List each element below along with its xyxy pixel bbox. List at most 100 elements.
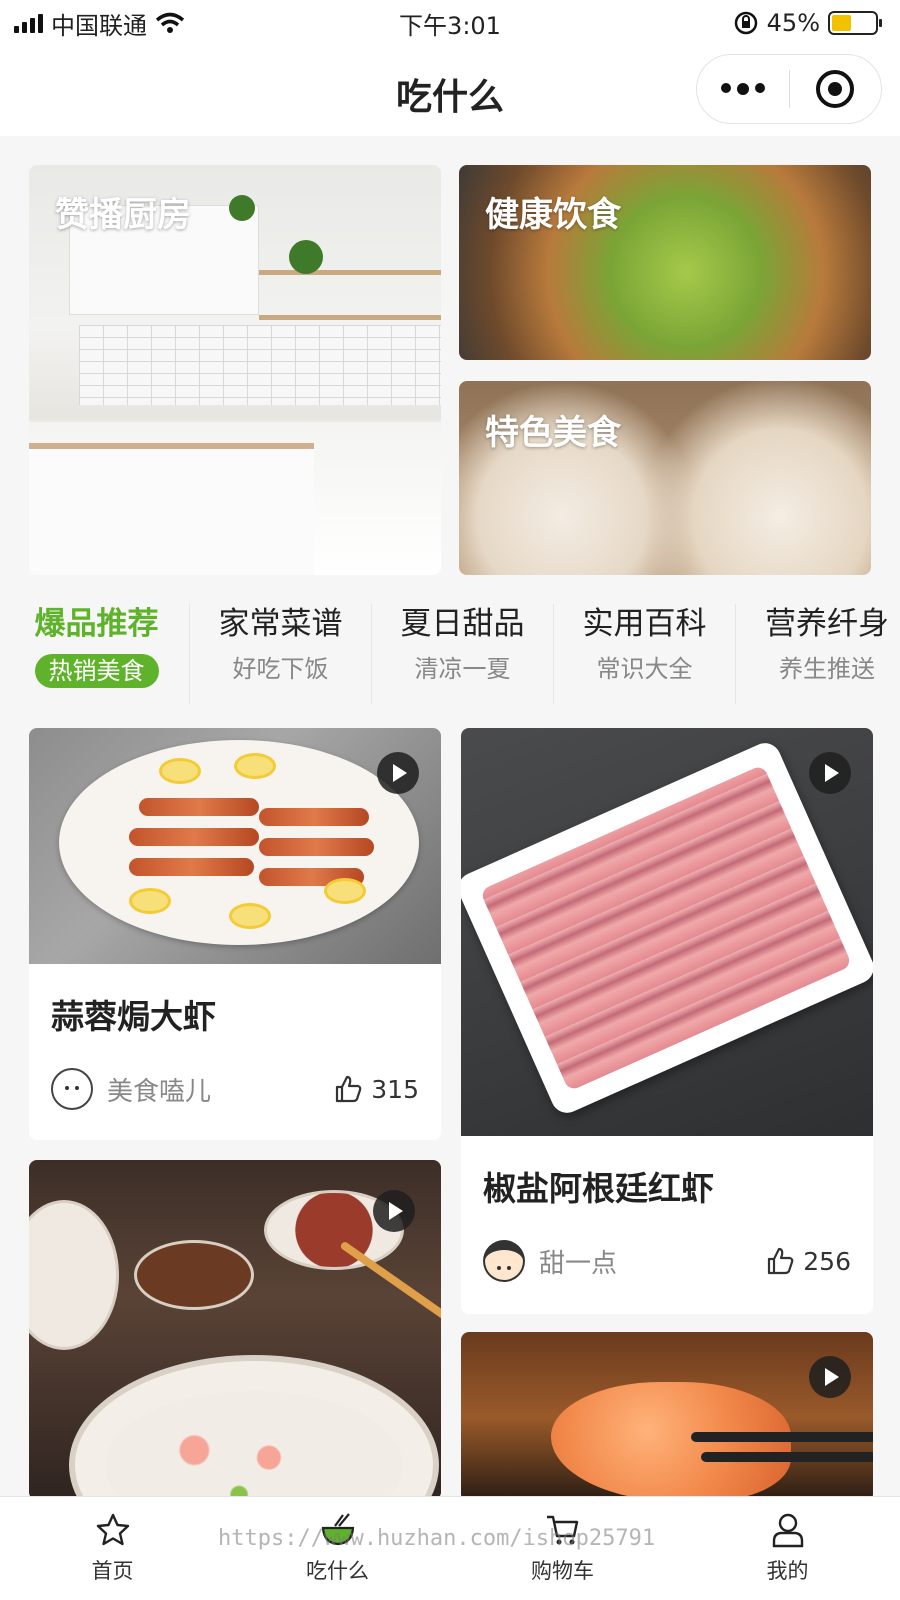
banner-kitchen[interactable]: 赞播厨房	[29, 165, 441, 575]
recipe-title: 椒盐阿根廷红虾	[483, 1169, 714, 1208]
recipe-title: 蒜蓉焗大虾	[51, 997, 216, 1036]
more-dots-icon	[720, 83, 765, 95]
tab-title: 营养纤身	[765, 606, 889, 642]
recipe-image	[461, 1332, 873, 1502]
shrimp	[139, 798, 259, 816]
recipe-image	[29, 1160, 441, 1500]
chopsticks	[701, 1452, 873, 1462]
tabbar-me[interactable]: 我的	[675, 1497, 900, 1600]
play-icon[interactable]	[809, 1356, 851, 1398]
tab-nutrition[interactable]: 营养纤身 养生推送	[736, 604, 900, 704]
tab-title: 家常菜谱	[218, 606, 343, 642]
tabbar-label: 购物车	[531, 1559, 594, 1583]
banner-healthy[interactable]: 健康饮食	[459, 165, 871, 360]
nav-bar: 吃什么	[0, 46, 900, 136]
tab-title: 实用百科	[582, 606, 707, 642]
sauce-dish	[134, 1240, 254, 1310]
thumbs-up-icon	[765, 1246, 795, 1276]
lemon-slice	[229, 903, 271, 929]
shrimp	[259, 838, 374, 856]
tab-title: 夏日甜品	[400, 606, 525, 642]
tab-encyclopedia[interactable]: 实用百科 常识大全	[554, 604, 736, 704]
avatar	[51, 1068, 93, 1110]
battery-icon	[828, 11, 882, 35]
tab-subtitle: 热销美食	[34, 654, 159, 688]
battery-percent: 45%	[766, 9, 820, 37]
watermark: https://www.huzhan.com/ishop25791	[218, 1526, 656, 1551]
status-left: 中国联通	[14, 6, 185, 41]
avatar	[483, 1240, 525, 1282]
category-banner: 赞播厨房 健康饮食 特色美食	[29, 165, 871, 575]
banner-label: 健康饮食	[485, 195, 621, 235]
shrimp	[259, 808, 369, 826]
kitchen-shelf	[259, 270, 441, 275]
shrimp	[129, 828, 259, 846]
shrimp	[129, 858, 254, 876]
recipe-image	[461, 728, 873, 1136]
like-button[interactable]: 256	[765, 1246, 851, 1276]
kitchen-tiles	[79, 325, 441, 405]
wifi-icon	[155, 12, 185, 33]
tab-title: 爆品推荐	[34, 606, 159, 642]
close-program-button[interactable]	[790, 55, 882, 123]
play-icon[interactable]	[809, 752, 851, 794]
recipe-card[interactable]	[461, 1332, 873, 1502]
congee-bowl	[69, 1355, 439, 1500]
kitchen-plant	[289, 240, 323, 274]
prawn	[551, 1382, 791, 1502]
target-icon	[816, 70, 855, 108]
tab-hot[interactable]: 爆品推荐 热销美食	[4, 604, 190, 704]
star-icon	[96, 1513, 129, 1546]
status-right: 45%	[733, 9, 882, 37]
tab-subtitle: 养生推送	[779, 655, 875, 683]
tab-subtitle: 清凉一夏	[414, 655, 511, 683]
kitchen-plant	[229, 195, 255, 221]
recipe-card[interactable]	[29, 1160, 441, 1500]
side-bowl	[29, 1200, 119, 1350]
tab-summer-desserts[interactable]: 夏日甜品 清凉一夏	[372, 604, 554, 704]
chopsticks	[691, 1432, 873, 1442]
banner-label: 赞播厨房	[55, 195, 191, 235]
lemon-slice	[129, 888, 171, 914]
lemon-slice	[234, 753, 276, 779]
recipe-image	[29, 728, 441, 964]
tabbar-label: 我的	[766, 1559, 809, 1583]
lemon-slice	[159, 758, 201, 784]
recipe-card[interactable]: 蒜蓉焗大虾 美食嗑儿 315	[29, 728, 441, 1140]
signal-icon	[14, 13, 43, 33]
author-name: 甜一点	[539, 1248, 618, 1279]
banner-label: 特色美食	[485, 413, 621, 453]
author[interactable]: 美食嗑儿	[51, 1068, 211, 1110]
banner-special[interactable]: 特色美食	[459, 381, 871, 575]
tabbar-label: 吃什么	[306, 1559, 369, 1583]
carrier-name: 中国联通	[51, 11, 147, 40]
play-icon[interactable]	[377, 752, 419, 794]
prawns	[479, 764, 853, 1092]
user-icon	[772, 1513, 803, 1548]
lemon-slice	[324, 878, 366, 904]
category-tabs: 爆品推荐 热销美食 家常菜谱 好吃下饭 夏日甜品 清凉一夏 实用百科 常识大全 …	[0, 604, 900, 704]
rotation-lock-icon	[734, 11, 757, 35]
like-button[interactable]: 315	[333, 1074, 419, 1104]
recipe-card[interactable]: 椒盐阿根廷红虾 甜一点 256	[461, 728, 873, 1314]
tabbar-home[interactable]: 首页	[0, 1497, 225, 1600]
thumbs-up-icon	[333, 1074, 363, 1104]
tab-subtitle: 常识大全	[596, 655, 693, 683]
author[interactable]: 甜一点	[483, 1240, 617, 1282]
like-count: 256	[803, 1246, 851, 1276]
recipe-meta: 甜一点 256	[483, 1240, 851, 1282]
play-icon[interactable]	[373, 1190, 415, 1232]
congee	[105, 1391, 403, 1500]
tab-subtitle: 好吃下饭	[232, 655, 329, 683]
kitchen-island	[29, 443, 314, 575]
more-button[interactable]	[697, 55, 789, 123]
tabbar-label: 首页	[91, 1559, 134, 1583]
status-bar: 中国联通 下午3:01 45%	[0, 0, 900, 46]
kitchen-shelf	[259, 315, 441, 320]
like-count: 315	[371, 1074, 419, 1104]
recipe-meta: 美食嗑儿 315	[51, 1068, 419, 1110]
baking-dish	[461, 738, 873, 1118]
author-name: 美食嗑儿	[107, 1076, 212, 1107]
tab-home-recipes[interactable]: 家常菜谱 好吃下饭	[190, 604, 372, 704]
mini-program-capsule	[696, 54, 882, 124]
